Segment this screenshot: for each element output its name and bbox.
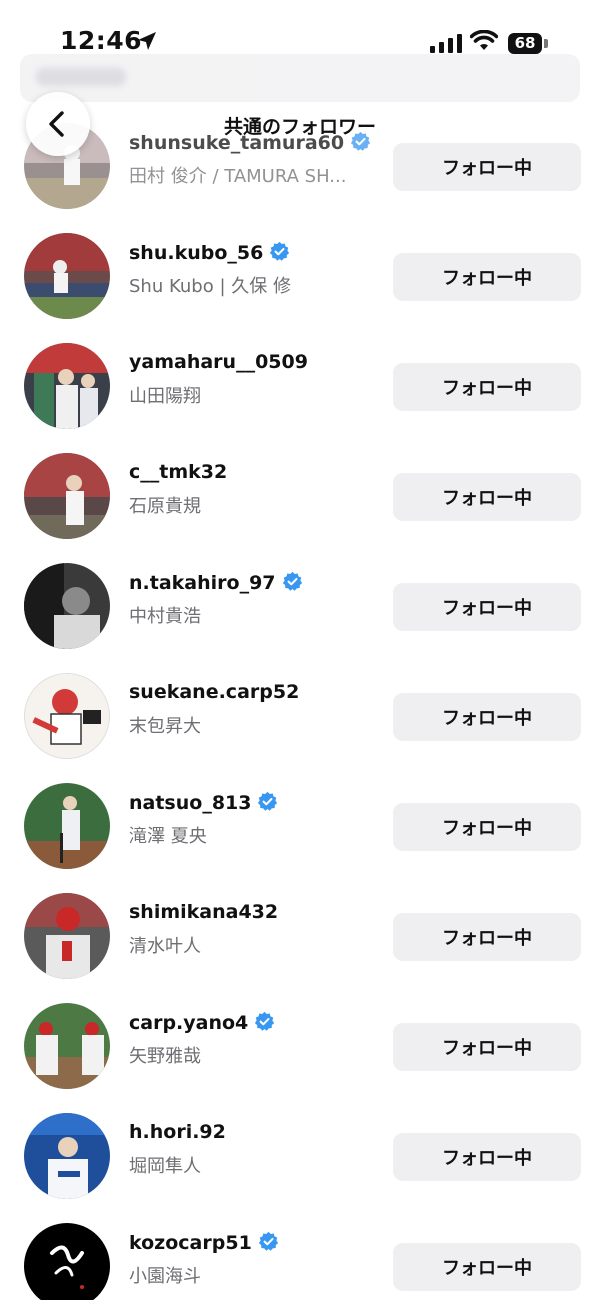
avatar[interactable] bbox=[24, 563, 110, 649]
username[interactable]: natsuo_813 bbox=[129, 791, 278, 814]
avatar[interactable] bbox=[24, 783, 110, 869]
status-bar: 12:46 68 bbox=[0, 0, 600, 60]
full-name: 中村貴浩 bbox=[129, 606, 201, 627]
list-item[interactable]: shimikana432 清水叶人 フォロー中 bbox=[0, 893, 600, 1003]
following-button[interactable]: フォロー中 bbox=[393, 1133, 581, 1181]
avatar[interactable] bbox=[24, 343, 110, 429]
page-title: 共通のフォロワー bbox=[223, 116, 376, 138]
list-item[interactable]: natsuo_813 滝澤 夏央 フォロー中 bbox=[0, 783, 600, 893]
username[interactable]: carp.yano4 bbox=[129, 1011, 275, 1034]
wifi-icon bbox=[470, 30, 498, 50]
following-button[interactable]: フォロー中 bbox=[393, 143, 581, 191]
list-item[interactable]: kozocarp51 小園海斗 フォロー中 bbox=[0, 1223, 600, 1300]
blurred-search-bar bbox=[20, 54, 580, 102]
cellular-signal-icon bbox=[430, 34, 462, 53]
full-name: 清水叶人 bbox=[129, 936, 201, 957]
following-button[interactable]: フォロー中 bbox=[393, 1243, 581, 1291]
full-name: 滝澤 夏央 bbox=[129, 826, 207, 847]
full-name: 山田陽翔 bbox=[129, 386, 201, 407]
avatar[interactable] bbox=[24, 453, 110, 539]
verified-badge-icon bbox=[258, 791, 278, 811]
username[interactable]: n.takahiro_97 bbox=[129, 571, 303, 594]
following-button[interactable]: フォロー中 bbox=[393, 583, 581, 631]
list-item[interactable]: n.takahiro_97 中村貴浩 フォロー中 bbox=[0, 563, 600, 673]
username[interactable]: kozocarp51 bbox=[129, 1231, 279, 1254]
avatar[interactable] bbox=[24, 233, 110, 319]
avatar[interactable] bbox=[24, 673, 110, 759]
verified-badge-icon bbox=[282, 571, 302, 591]
username[interactable]: shimikana432 bbox=[129, 901, 278, 923]
avatar[interactable] bbox=[24, 893, 110, 979]
full-name: 田村 俊介 / TAMURA SH... bbox=[129, 166, 347, 187]
list-item[interactable]: shu.kubo_56 Shu Kubo | 久保 修 フォロー中 bbox=[0, 233, 600, 343]
username[interactable]: c__tmk32 bbox=[129, 461, 227, 483]
verified-badge-icon bbox=[270, 241, 290, 261]
chevron-left-icon bbox=[49, 111, 64, 137]
username[interactable]: suekane.carp52 bbox=[129, 681, 299, 703]
battery-icon: 68 bbox=[508, 33, 542, 54]
following-button[interactable]: フォロー中 bbox=[393, 913, 581, 961]
location-arrow-icon bbox=[138, 32, 156, 50]
list-item[interactable]: suekane.carp52 末包昇大 フォロー中 bbox=[0, 673, 600, 783]
avatar[interactable] bbox=[24, 1003, 110, 1089]
following-button[interactable]: フォロー中 bbox=[393, 1023, 581, 1071]
username[interactable]: h.hori.92 bbox=[129, 1121, 226, 1143]
blurred-search-text bbox=[36, 68, 126, 86]
list-item[interactable]: shunsuke_tamura60 田村 俊介 / TAMURA SH... フ… bbox=[0, 123, 600, 233]
full-name: 石原貴規 bbox=[129, 496, 201, 517]
list-item[interactable]: carp.yano4 矢野雅哉 フォロー中 bbox=[0, 1003, 600, 1113]
list-item[interactable]: yamaharu__0509 山田陽翔 フォロー中 bbox=[0, 343, 600, 453]
battery-level: 68 bbox=[514, 34, 536, 52]
avatar[interactable] bbox=[24, 1223, 110, 1300]
following-button[interactable]: フォロー中 bbox=[393, 253, 581, 301]
following-button[interactable]: フォロー中 bbox=[393, 803, 581, 851]
following-button[interactable]: フォロー中 bbox=[393, 363, 581, 411]
list-item[interactable]: c__tmk32 石原貴規 フォロー中 bbox=[0, 453, 600, 563]
following-button[interactable]: フォロー中 bbox=[393, 473, 581, 521]
status-time: 12:46 bbox=[60, 26, 143, 55]
username[interactable]: shu.kubo_56 bbox=[129, 241, 290, 264]
full-name: 堀岡隼人 bbox=[129, 1156, 201, 1177]
verified-badge-icon bbox=[255, 1011, 275, 1031]
full-name: 末包昇大 bbox=[129, 716, 201, 737]
battery-tip bbox=[544, 39, 548, 48]
list-item[interactable]: h.hori.92 堀岡隼人 フォロー中 bbox=[0, 1113, 600, 1223]
full-name: 小園海斗 bbox=[129, 1266, 201, 1287]
verified-badge-icon bbox=[258, 1231, 278, 1251]
username[interactable]: yamaharu__0509 bbox=[129, 351, 308, 373]
full-name: 矢野雅哉 bbox=[129, 1046, 201, 1067]
back-button[interactable] bbox=[26, 92, 90, 156]
following-button[interactable]: フォロー中 bbox=[393, 693, 581, 741]
avatar[interactable] bbox=[24, 1113, 110, 1199]
full-name: Shu Kubo | 久保 修 bbox=[129, 276, 291, 297]
